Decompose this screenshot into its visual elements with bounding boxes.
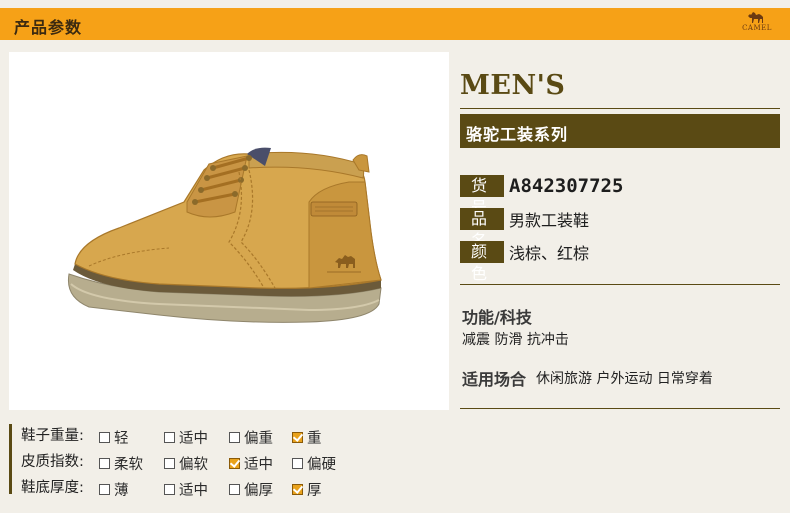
checkbox-checked[interactable] <box>292 432 303 443</box>
spec-option[interactable]: 偏重 <box>229 427 273 448</box>
divider <box>460 408 780 409</box>
boot-image <box>67 147 382 323</box>
spec-option[interactable]: 重 <box>292 427 322 448</box>
brand-logo: CAMEL <box>734 10 780 38</box>
field-value: 男款工装鞋 <box>509 211 590 230</box>
divider <box>460 284 780 285</box>
spec-bar <box>9 424 12 494</box>
features-value: 减震 防滑 抗冲击 <box>462 332 569 348</box>
checkbox[interactable] <box>292 458 303 469</box>
spec-option[interactable]: 薄 <box>99 479 129 500</box>
spec-row-sole: 鞋底厚度: <box>21 475 111 497</box>
option-label: 偏厚 <box>244 483 273 499</box>
field-product-name: 品名 男款工装鞋 <box>460 208 590 250</box>
option-label: 薄 <box>114 483 129 499</box>
camel-icon <box>748 12 763 23</box>
spec-option[interactable]: 适中 <box>164 479 208 500</box>
field-color: 颜色 浅棕、红棕 <box>460 241 590 283</box>
field-label: 颜色 <box>460 241 504 283</box>
section-title: 产品参数 <box>14 18 83 37</box>
spec-option[interactable]: 偏硬 <box>292 453 336 474</box>
spec-option[interactable]: 偏厚 <box>229 479 273 500</box>
field-label: 品名 <box>460 208 504 250</box>
divider <box>460 108 780 109</box>
checkbox[interactable] <box>99 458 110 469</box>
section-header: 产品参数 CAMEL <box>0 8 790 40</box>
spec-label: 鞋子重量: <box>21 427 84 444</box>
option-label: 适中 <box>179 431 208 447</box>
spec-row-leather: 皮质指数: <box>21 449 111 471</box>
checkbox[interactable] <box>164 458 175 469</box>
checkbox[interactable] <box>164 484 175 495</box>
checkbox[interactable] <box>164 432 175 443</box>
gender-title: MEN'S <box>460 70 566 101</box>
field-value: 浅棕、红棕 <box>509 244 590 263</box>
field-label: 货号 <box>460 175 504 217</box>
option-label: 重 <box>307 431 322 447</box>
spec-option[interactable]: 偏软 <box>164 453 208 474</box>
option-label: 厚 <box>307 483 322 499</box>
checkbox[interactable] <box>99 432 110 443</box>
checkbox[interactable] <box>99 484 110 495</box>
field-item-number: 货号 A842307725 <box>460 175 624 217</box>
option-label: 适中 <box>179 483 208 499</box>
option-label: 柔软 <box>114 457 143 473</box>
spec-option[interactable]: 轻 <box>99 427 129 448</box>
features-title: 功能/科技 <box>462 308 532 327</box>
spec-option[interactable]: 适中 <box>164 427 208 448</box>
checkbox[interactable] <box>229 484 240 495</box>
checkbox-checked[interactable] <box>292 484 303 495</box>
spec-option[interactable]: 厚 <box>292 479 322 500</box>
scene-row: 适用场合 休闲旅游 户外运动 日常穿着 <box>462 366 713 390</box>
spec-option[interactable]: 适中 <box>229 453 273 474</box>
brand-name: CAMEL <box>742 24 772 32</box>
option-label: 偏重 <box>244 431 273 447</box>
product-photo <box>9 52 449 410</box>
option-label: 适中 <box>244 457 273 473</box>
checkbox[interactable] <box>229 432 240 443</box>
scene-label: 适用场合 <box>462 370 527 389</box>
series-banner: 骆驼工装系列 <box>460 114 780 148</box>
series-name: 骆驼工装系列 <box>466 125 569 144</box>
option-label: 偏硬 <box>307 457 336 473</box>
spec-label: 鞋底厚度: <box>21 479 84 496</box>
spec-label: 皮质指数: <box>21 453 84 470</box>
checkbox-checked[interactable] <box>229 458 240 469</box>
option-label: 偏软 <box>179 457 208 473</box>
scene-value: 休闲旅游 户外运动 日常穿着 <box>536 371 713 387</box>
field-value: A842307725 <box>509 175 624 197</box>
spec-option[interactable]: 柔软 <box>99 453 143 474</box>
spec-table: 鞋子重量: 皮质指数: 鞋底厚度: 轻 适中 偏重 重 柔软 偏软 适中 偏硬 … <box>9 421 449 500</box>
spec-row-weight: 鞋子重量: <box>21 423 111 445</box>
option-label: 轻 <box>114 431 129 447</box>
